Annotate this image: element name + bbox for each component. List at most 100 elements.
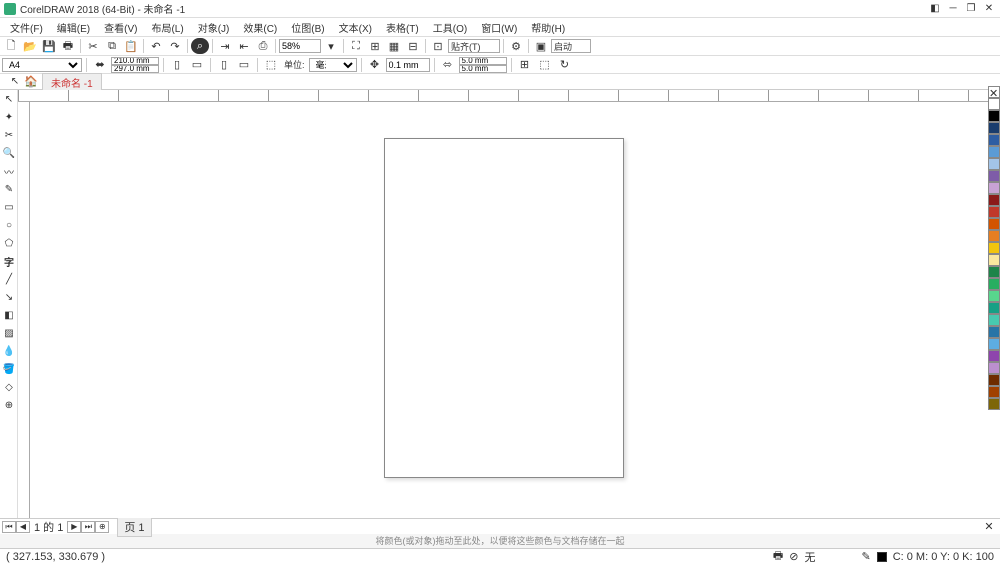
canvas-area[interactable] [30,102,988,518]
color-swatch-16[interactable] [988,290,1000,302]
shape-tool[interactable]: ✦ [0,108,18,126]
color-swatch-13[interactable] [988,254,1000,266]
color-swatch-20[interactable] [988,338,1000,350]
menu-edit[interactable]: 编辑(E) [51,19,96,36]
launch-dropdown[interactable]: 启动 [551,39,591,53]
zoom-input[interactable] [279,39,321,53]
color-swatch-19[interactable] [988,326,1000,338]
options-icon[interactable]: ↻ [556,57,574,73]
color-swatch-25[interactable] [988,398,1000,410]
menu-object[interactable]: 对象(J) [192,19,236,36]
outline-tool[interactable]: ◇ [0,378,18,396]
proof-icon[interactable]: 🖶 [773,547,783,566]
color-swatch-4[interactable] [988,146,1000,158]
maximize-button[interactable]: ❐ [964,2,978,16]
export-icon[interactable]: ⇤ [235,38,253,54]
color-swatch-10[interactable] [988,218,1000,230]
close-palette-icon[interactable]: ✕ [980,519,998,535]
copy-icon[interactable]: ⧉ [103,38,121,54]
outline-swatch[interactable] [877,552,887,562]
menu-tools[interactable]: 工具(O) [427,19,473,36]
grid-icon[interactable]: ▦ [385,38,403,54]
color-swatch-18[interactable] [988,314,1000,326]
quick-access-icon[interactable]: ◧ [928,2,942,16]
color-swatch-5[interactable] [988,158,1000,170]
color-swatch-17[interactable] [988,302,1000,314]
snap-icon[interactable]: ⊡ [429,38,447,54]
guides-icon[interactable]: ⊟ [404,38,422,54]
minimize-button[interactable]: ─ [946,2,960,16]
undo-icon[interactable]: ↶ [147,38,165,54]
polygon-tool[interactable]: ⬠ [0,234,18,252]
page-tab[interactable]: 页 1 [117,517,151,537]
color-swatch-9[interactable] [988,206,1000,218]
crop-tool[interactable]: ✂ [0,126,18,144]
relative-icon[interactable]: ⬚ [536,57,554,73]
page-prev-icon[interactable]: ◀ [16,521,30,533]
paper-size-dropdown[interactable]: A4 [2,58,82,72]
dup-x-input[interactable] [459,57,507,65]
page-first-icon[interactable]: ⏮ [2,521,16,533]
current-page-icon[interactable]: ▭ [235,57,253,73]
color-swatch-21[interactable] [988,350,1000,362]
rulers-icon[interactable]: ⊞ [366,38,384,54]
color-swatch-23[interactable] [988,374,1000,386]
landscape-icon[interactable]: ▭ [188,57,206,73]
color-swatch-15[interactable] [988,278,1000,290]
pick-tool[interactable]: ↖ [0,90,18,108]
page-next-icon[interactable]: ▶ [67,521,81,533]
color-swatch-1[interactable] [988,110,1000,122]
transparency-tool[interactable]: ▨ [0,324,18,342]
cut-icon[interactable]: ✂ [84,38,102,54]
portrait-icon[interactable]: ▯ [168,57,186,73]
page-add-icon[interactable]: ⊕ [95,521,109,533]
freehand-tool[interactable]: 〰 [0,162,18,180]
dup-y-input[interactable] [459,65,507,73]
ellipse-tool[interactable]: ○ [0,216,18,234]
menu-bitmap[interactable]: 位图(B) [285,19,330,36]
artistic-media-tool[interactable]: ✎ [0,180,18,198]
color-swatch-2[interactable] [988,122,1000,134]
connector-tool[interactable]: ↘ [0,288,18,306]
text-tool[interactable]: 字 [0,252,18,270]
menu-help[interactable]: 帮助(H) [525,19,571,36]
page-height-input[interactable] [111,65,159,73]
page-1[interactable] [384,138,624,478]
color-swatch-14[interactable] [988,266,1000,278]
rectangle-tool[interactable]: ▭ [0,198,18,216]
color-swatch-11[interactable] [988,230,1000,242]
pick-tool-icon[interactable]: ↖ [6,73,24,91]
no-color-swatch[interactable]: ✕ [988,86,1000,98]
menu-window[interactable]: 窗口(W) [475,19,523,36]
eyedropper-tool[interactable]: 💧 [0,342,18,360]
app-launcher-icon[interactable]: ▣ [532,38,550,54]
zoom-dropdown-icon[interactable]: ▾ [322,38,340,54]
nudge-input[interactable] [386,58,430,72]
close-button[interactable]: ✕ [982,2,996,16]
vertical-ruler[interactable] [18,102,30,518]
search-icon[interactable]: ⌕ [191,38,209,54]
page-last-icon[interactable]: ⏭ [81,521,95,533]
color-swatch-22[interactable] [988,362,1000,374]
redo-icon[interactable]: ↷ [166,38,184,54]
home-icon[interactable]: 🏠 [24,75,38,89]
print-icon[interactable]: 🖶 [59,38,77,54]
snap-dropdown[interactable]: 贴齐(T) [448,39,500,53]
menu-view[interactable]: 查看(V) [98,19,143,36]
treat-as-filled-icon[interactable]: ⊞ [516,57,534,73]
zoom-tool[interactable]: 🔍 [0,144,18,162]
parallel-dim-tool[interactable]: ╱ [0,270,18,288]
options-icon[interactable]: ⚙ [507,38,525,54]
color-swatch-24[interactable] [988,386,1000,398]
all-pages-icon[interactable]: ▯ [215,57,233,73]
open-icon[interactable]: 📂 [21,38,39,54]
color-swatch-7[interactable] [988,182,1000,194]
drop-shadow-tool[interactable]: ◧ [0,306,18,324]
outline-icon[interactable]: ✎ [861,550,870,563]
menu-layout[interactable]: 布局(L) [145,19,189,36]
doc-tab-1[interactable]: 未命名 -1 [42,73,102,91]
fill-tool[interactable]: 🪣 [0,360,18,378]
fill-none-icon[interactable]: ⊘ [789,550,798,563]
publish-icon[interactable]: ⎙ [254,38,272,54]
page-width-input[interactable] [111,57,159,65]
